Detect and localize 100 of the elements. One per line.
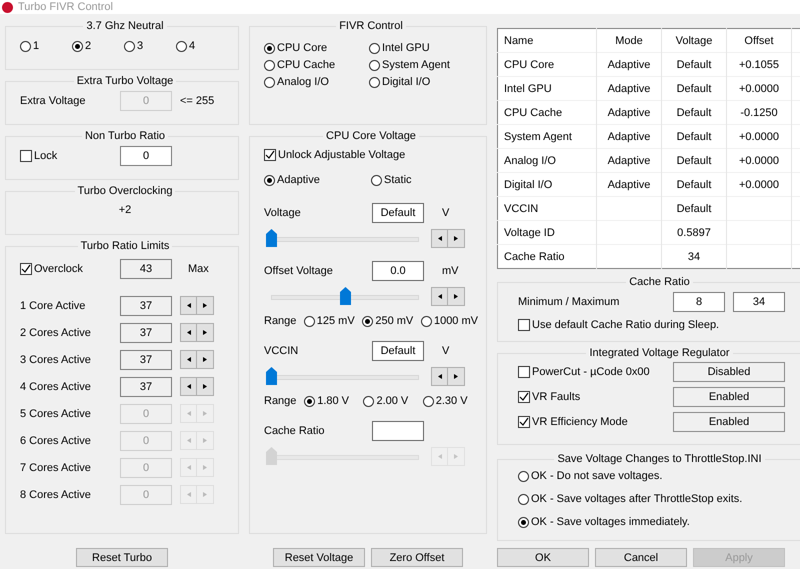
increase-button[interactable] — [448, 366, 465, 386]
checkbox[interactable] — [518, 390, 530, 402]
decrease-button[interactable] — [431, 366, 448, 386]
right-triangle-icon — [454, 374, 458, 378]
slider-thumb[interactable] — [266, 229, 277, 247]
status-field[interactable]: Disabled — [673, 362, 785, 382]
radio-button[interactable] — [369, 76, 380, 88]
ratio-field[interactable]: 37 — [120, 376, 172, 396]
dialog-button[interactable]: OK — [497, 548, 589, 567]
value-field[interactable]: 0.0 — [372, 261, 424, 281]
radio-button[interactable] — [20, 40, 31, 52]
reset-button[interactable]: Reset Turbo — [76, 548, 168, 567]
slider-thumb[interactable] — [266, 367, 277, 385]
radio-button[interactable] — [176, 40, 187, 52]
radio-button[interactable] — [264, 76, 275, 88]
radio-button[interactable] — [72, 40, 83, 52]
max-ratio-field[interactable]: 43 — [120, 259, 172, 279]
column-header[interactable]: Mode — [596, 28, 662, 52]
radio-label: 2 — [85, 40, 92, 52]
checkbox[interactable] — [20, 263, 32, 275]
radio-label: Static — [384, 174, 412, 186]
checkbox-label: PowerCut - µCode 0x00 — [532, 366, 650, 378]
status-field[interactable]: Enabled — [673, 412, 785, 432]
radio-button[interactable] — [264, 174, 275, 186]
dialog-button[interactable]: Cancel — [595, 548, 687, 567]
right-triangle-icon — [454, 294, 458, 298]
radio-label: 125 mV — [316, 315, 355, 327]
column-header[interactable]: Offset — [726, 28, 792, 52]
group-title: CPU Core Voltage — [325, 130, 417, 142]
decrease-button[interactable] — [180, 350, 197, 369]
radio-label: CPU Cache — [277, 59, 336, 71]
ratio-field[interactable]: 37 — [120, 322, 172, 342]
slider-thumb[interactable] — [340, 287, 350, 305]
left-triangle-icon — [186, 411, 190, 416]
group-title: Cache Ratio — [628, 276, 691, 288]
radio-button[interactable] — [422, 396, 434, 406]
increase-button[interactable] — [448, 228, 465, 248]
radio-button[interactable] — [362, 316, 374, 326]
action-button[interactable]: Reset Voltage — [273, 548, 365, 567]
checkbox[interactable] — [518, 416, 530, 428]
decrease-button[interactable] — [180, 377, 197, 396]
increase-button[interactable] — [197, 350, 214, 369]
group-title: Save Voltage Changes to ThrottleStop.INI — [556, 453, 763, 465]
ratio-field[interactable]: 37 — [120, 350, 172, 370]
radio-label: 1.80 V — [317, 395, 350, 407]
minimum-field[interactable]: 8 — [673, 292, 725, 312]
ratio-field[interactable]: 37 — [120, 296, 172, 316]
radio-button[interactable] — [264, 42, 275, 54]
slider-label: Offset Voltage — [264, 265, 334, 277]
table-cell: Default — [662, 172, 726, 196]
decrease-button[interactable] — [431, 286, 448, 306]
checkbox[interactable] — [518, 319, 530, 331]
left-triangle-icon — [186, 384, 190, 389]
value-field[interactable]: Default — [372, 341, 424, 361]
checkbox[interactable] — [264, 149, 276, 161]
radio-button[interactable] — [304, 316, 315, 326]
decrease-button[interactable] — [431, 228, 448, 248]
input-field[interactable]: 0 — [120, 146, 172, 166]
increase-button[interactable] — [197, 377, 214, 396]
radio-button[interactable] — [369, 42, 380, 54]
column-header[interactable]: Voltage — [662, 28, 726, 52]
action-button[interactable]: Zero Offset — [371, 548, 463, 567]
radio-label: Digital I/O — [382, 76, 430, 88]
checkbox[interactable] — [518, 366, 530, 378]
radio-button[interactable] — [420, 316, 432, 326]
radio-button[interactable] — [363, 396, 374, 406]
radio-button[interactable] — [518, 516, 529, 528]
radio-button[interactable] — [369, 60, 380, 70]
radio-label: 2.00 V — [376, 395, 408, 407]
group-title: Turbo Overclocking — [76, 185, 174, 197]
field-label: Minimum / Maximum — [518, 296, 620, 308]
checkbox[interactable] — [20, 150, 32, 162]
table-cell: Adaptive — [596, 124, 662, 148]
radio-button[interactable] — [304, 396, 316, 406]
increase-button[interactable] — [197, 323, 214, 342]
table-cell: Adaptive — [596, 76, 662, 100]
column-header[interactable]: Name — [498, 28, 596, 52]
decrease-button[interactable] — [180, 296, 197, 315]
radio-button[interactable] — [264, 60, 275, 70]
group-title: Integrated Voltage Regulator — [588, 347, 731, 359]
decrease-button[interactable] — [180, 323, 197, 342]
value-field[interactable]: Default — [372, 203, 424, 223]
increase-button[interactable] — [448, 286, 465, 306]
radio-button[interactable] — [518, 494, 529, 504]
core-label: 6 Cores Active — [20, 434, 92, 446]
table-cell: CPU Cache — [498, 100, 596, 124]
table-cell: +0.0000 — [726, 124, 792, 148]
value-field[interactable] — [372, 421, 424, 441]
right-triangle-icon — [203, 438, 207, 443]
radio-label: CPU Core — [277, 42, 328, 54]
radio-label: 1 — [33, 40, 40, 52]
radio-button[interactable] — [371, 174, 382, 186]
increase-button[interactable] — [197, 296, 214, 315]
left-triangle-icon — [438, 374, 442, 378]
status-field[interactable]: Enabled — [673, 386, 785, 406]
radio-button[interactable] — [124, 40, 135, 52]
left-triangle-icon — [186, 303, 190, 308]
radio-label: 250 mV — [375, 315, 414, 327]
radio-button[interactable] — [518, 470, 529, 482]
maximum-field[interactable]: 34 — [733, 292, 785, 312]
